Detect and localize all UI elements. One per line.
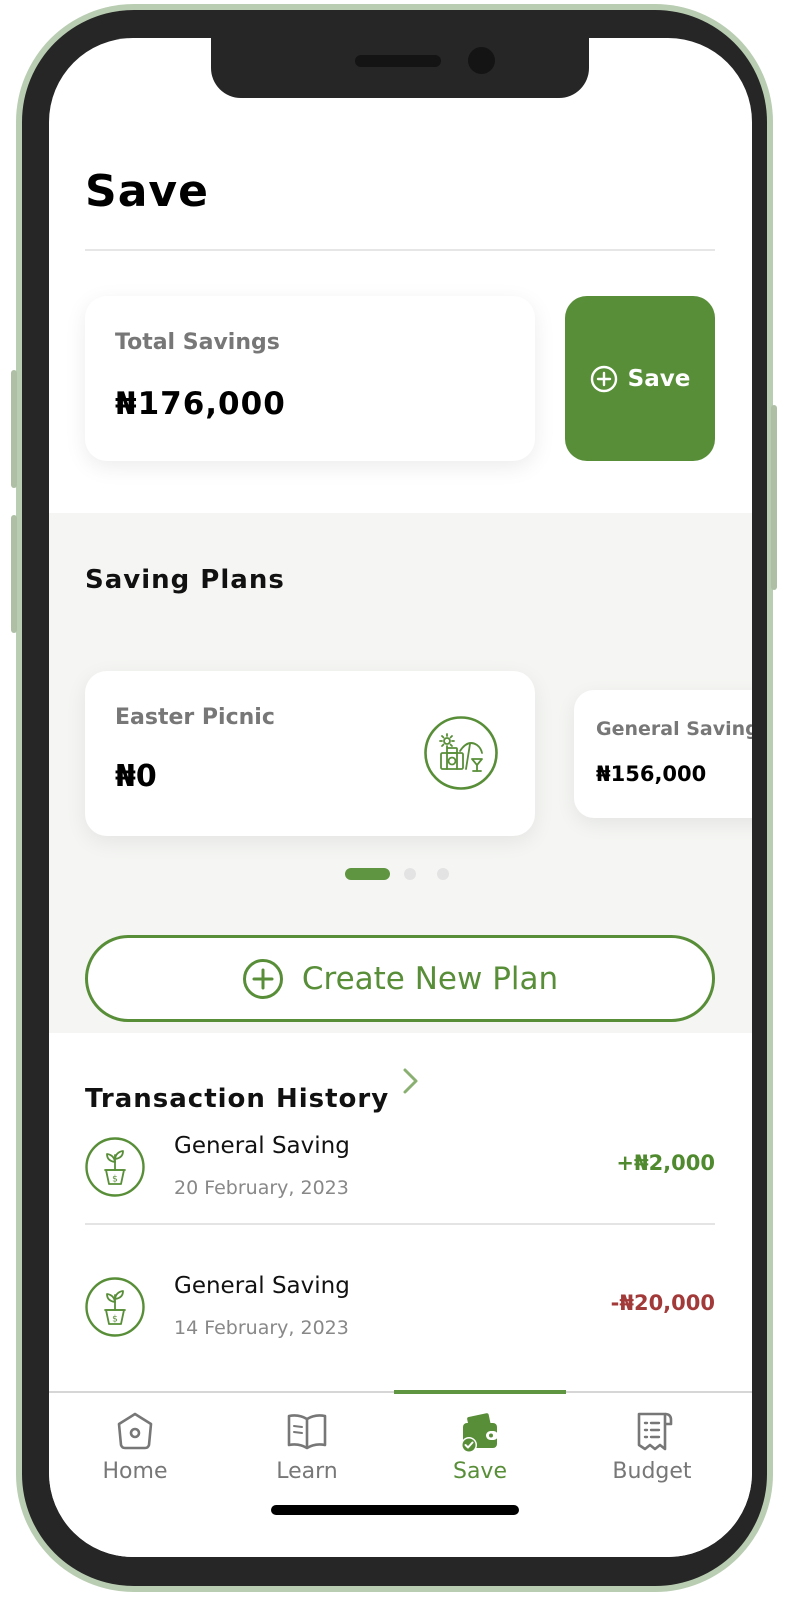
plus-circle-icon [242,958,283,999]
plan-card[interactable]: Easter Picnic ₦0 [85,671,535,836]
total-savings-label: Total Savings [115,330,280,355]
nav-label: Save [452,1459,507,1484]
transaction-row[interactable]: $ General Saving 20 February, 2023 +₦2,0… [85,1123,715,1243]
transaction-amount: -₦20,000 [610,1291,715,1315]
screen: Save Total Savings ₦176,000 Save Saving … [49,38,752,1557]
transaction-amount: +₦2,000 [616,1151,715,1175]
total-savings-card: Total Savings ₦176,000 [85,296,535,461]
receipt-icon [637,1412,673,1451]
money-plant-icon: $ [85,1137,145,1197]
plan-name: General Saving [596,718,752,740]
nav-item-budget[interactable]: Budget [566,1393,738,1503]
nav-label: Learn [276,1459,338,1484]
transaction-history-title: Transaction History [85,1084,390,1114]
carousel-dot[interactable] [404,868,416,880]
money-plant-icon: $ [85,1277,145,1337]
create-new-plan-button[interactable]: Create New Plan [85,935,715,1022]
plan-card[interactable]: General Saving ₦156,000 [574,690,752,818]
side-button [11,370,17,488]
bottom-nav: Home Learn Save Budget [49,1390,752,1557]
save-button-label: Save [627,365,691,392]
chevron-right-icon[interactable] [399,1066,423,1096]
plan-amount: ₦156,000 [596,762,707,786]
carousel-dot-active[interactable] [345,868,390,880]
divider [85,249,715,251]
nav-label: Budget [612,1459,692,1484]
front-camera [468,47,495,74]
save-button[interactable]: Save [565,296,715,461]
transaction-name: General Saving [174,1133,350,1159]
plan-name: Easter Picnic [115,705,275,730]
side-button [771,405,777,590]
transaction-row[interactable]: $ General Saving 14 February, 2023 -₦20,… [85,1263,715,1383]
side-button [11,515,17,633]
saving-plans-title: Saving Plans [85,565,285,595]
nav-item-save[interactable]: Save [394,1393,566,1503]
picnic-icon [424,716,498,790]
book-icon [287,1414,327,1450]
create-new-plan-label: Create New Plan [301,960,559,997]
transaction-date: 14 February, 2023 [174,1317,349,1339]
page-title: Save [85,166,209,217]
home-indicator [271,1505,519,1515]
transaction-name: General Saving [174,1273,350,1299]
plus-circle-icon [590,365,617,392]
svg-text:$: $ [112,1315,118,1325]
transaction-date: 20 February, 2023 [174,1177,349,1199]
saving-plans-section: Saving Plans Easter Picnic ₦0 General Sa… [49,513,752,1033]
nav-label: Home [102,1459,168,1484]
speaker [355,55,441,67]
nav-item-learn[interactable]: Learn [221,1393,393,1503]
divider [85,1223,715,1225]
notch [211,38,589,98]
carousel-dot[interactable] [437,868,449,880]
nav-item-home[interactable]: Home [49,1393,221,1503]
wallet-icon [461,1413,498,1453]
home-icon [117,1412,153,1450]
plan-amount: ₦0 [115,759,157,794]
total-savings-value: ₦176,000 [115,386,286,422]
svg-text:$: $ [112,1175,118,1185]
